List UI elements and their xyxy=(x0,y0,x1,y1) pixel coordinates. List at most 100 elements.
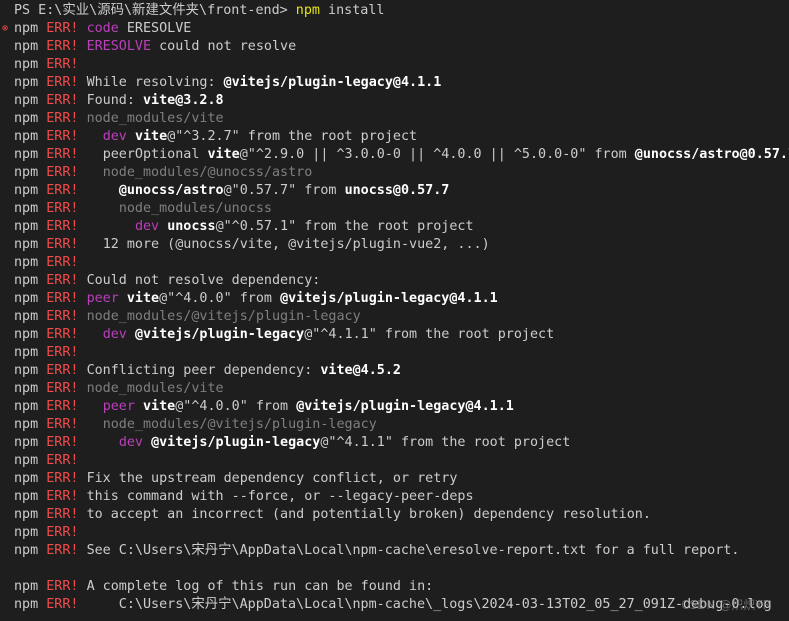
terminal-line: npm ERR! node_modules/unocss xyxy=(14,200,789,218)
line-text: from the root project xyxy=(239,129,418,144)
err-prefix: ERR! xyxy=(46,201,79,216)
module-path: node_modules/@vitejs/plugin-legacy xyxy=(102,417,377,432)
line-text: this command with --force, or --legacy-p… xyxy=(86,489,474,504)
package-name: vite@3.2.8 xyxy=(143,93,224,108)
npm-prefix: npm xyxy=(14,273,39,288)
line-text: Fix the upstream dependency conflict, or… xyxy=(86,471,458,486)
err-prefix: ERR! xyxy=(46,417,79,432)
line-text: from the root project xyxy=(376,327,555,342)
dep-kind: dev xyxy=(102,129,127,144)
npm-prefix: npm xyxy=(14,363,39,378)
package-version: @"^4.0.0" xyxy=(159,291,232,306)
command-prompt-line: PS E:\实业\源码\新建文件夹\front-end> npm install xyxy=(14,2,789,20)
npm-prefix: npm xyxy=(14,93,39,108)
package-name: @vitejs/plugin-legacy xyxy=(151,435,321,450)
error-code: ERESOLVE xyxy=(86,39,152,54)
err-prefix: ERR! xyxy=(46,165,79,180)
err-prefix: ERR! xyxy=(46,129,79,144)
terminal-line: npm ERR! 12 more (@unocss/vite, @vitejs/… xyxy=(14,236,789,254)
err-prefix: ERR! xyxy=(46,327,79,342)
package-name: @vitejs/plugin-legacy@4.1.1 xyxy=(223,75,442,90)
npm-prefix: npm xyxy=(14,435,39,450)
package-version: @"^4.1.1" xyxy=(304,327,377,342)
npm-prefix: npm xyxy=(14,471,39,486)
err-prefix: ERR! xyxy=(46,363,79,378)
terminal-line: npm ERR! Conflicting peer dependency: vi… xyxy=(14,362,789,380)
npm-prefix: npm xyxy=(14,597,39,612)
npm-prefix: npm xyxy=(14,399,39,414)
err-prefix: ERR! xyxy=(46,111,79,126)
err-prefix: ERR! xyxy=(46,147,79,162)
err-prefix: ERR! xyxy=(46,471,79,486)
prompt-args: install xyxy=(319,3,385,18)
package-version: @"0.57.7" xyxy=(223,183,297,198)
terminal-line: npm ERR! dev vite@"^3.2.7" from the root… xyxy=(14,128,789,146)
terminal-line: npm ERR! peer vite@"^4.0.0" from @vitejs… xyxy=(14,290,789,308)
npm-prefix: npm xyxy=(14,183,39,198)
line-text: from the root project xyxy=(296,219,474,234)
npm-prefix: npm xyxy=(14,417,39,432)
package-name: vite xyxy=(143,399,176,414)
terminal-line: npm ERR! xyxy=(14,344,789,362)
terminal-line: npm ERR! node_modules/@vitejs/plugin-leg… xyxy=(14,308,789,326)
line-text: C:\Users\宋丹宁\AppData\Local\npm-cache\_lo… xyxy=(86,597,772,612)
err-prefix: ERR! xyxy=(46,219,79,234)
line-text: Could not resolve dependency: xyxy=(86,273,321,288)
npm-prefix: npm xyxy=(14,147,39,162)
err-prefix: ERR! xyxy=(46,21,79,36)
line-text: 12 more (@unocss/vite, @vitejs/plugin-vu… xyxy=(102,237,490,252)
err-prefix: ERR! xyxy=(46,525,79,540)
package-version: @"^2.9.0 || ^3.0.0-0 || ^4.0.0 || ^5.0.0… xyxy=(239,147,587,162)
err-prefix: ERR! xyxy=(46,507,79,522)
err-prefix: ERR! xyxy=(46,291,79,306)
line-text: Conflicting peer dependency: xyxy=(86,363,321,378)
package-name: @unocss/astro xyxy=(118,183,224,198)
module-path: node_modules/unocss xyxy=(118,201,272,216)
npm-prefix: npm xyxy=(14,381,39,396)
err-prefix: ERR! xyxy=(46,579,79,594)
err-prefix: ERR! xyxy=(46,39,79,54)
terminal-line: npm ERR! peer vite@"^4.0.0" from @vitejs… xyxy=(14,398,789,416)
err-prefix: ERR! xyxy=(46,93,79,108)
line-text: could not resolve xyxy=(151,39,297,54)
npm-prefix: npm xyxy=(14,165,39,180)
package-version: @"^0.57.1" xyxy=(215,219,297,234)
line-text: from the root project xyxy=(392,435,571,450)
package-name: vite@4.5.2 xyxy=(320,363,401,378)
terminal-line: npm ERR! xyxy=(14,254,789,272)
npm-prefix: npm xyxy=(14,309,39,324)
terminal-line: npm ERR! xyxy=(14,524,789,542)
err-prefix: ERR! xyxy=(46,309,79,324)
dep-kind: peerOptional xyxy=(102,147,200,162)
npm-prefix: npm xyxy=(14,255,39,270)
dep-kind: peer xyxy=(86,291,119,306)
line-text: from xyxy=(231,291,281,306)
terminal-line: npm ERR! dev @vitejs/plugin-legacy@"^4.1… xyxy=(14,326,789,344)
terminal-line: npm ERR! this command with --force, or -… xyxy=(14,488,789,506)
line-text: to accept an incorrect (and potentially … xyxy=(86,507,651,522)
terminal-line: npm ERR! node_modules/@unocss/astro xyxy=(14,164,789,182)
terminal-line: npm ERR! Found: vite@3.2.8 xyxy=(14,92,789,110)
terminal-line: npm ERR! @unocss/astro@"0.57.7" from uno… xyxy=(14,182,789,200)
line-text: from xyxy=(586,147,635,162)
line-text: from xyxy=(247,399,297,414)
package-version: @"^4.1.1" xyxy=(320,435,393,450)
line-text: Found: xyxy=(86,93,143,108)
package-name: @vitejs/plugin-legacy xyxy=(134,327,305,342)
package-version: @"^4.0.0" xyxy=(175,399,248,414)
line-text: from xyxy=(296,183,345,198)
terminal-line: npm ERR! See C:\Users\宋丹宁\AppData\Local\… xyxy=(14,542,789,560)
error-code-label: code xyxy=(86,21,119,36)
npm-prefix: npm xyxy=(14,57,39,72)
module-path: node_modules/vite xyxy=(86,111,224,126)
terminal-line: npm ERR! C:\Users\宋丹宁\AppData\Local\npm-… xyxy=(14,596,789,614)
npm-prefix: npm xyxy=(14,75,39,90)
terminal-line: npm ERR! ERESOLVE could not resolve xyxy=(14,38,789,56)
err-prefix: ERR! xyxy=(46,345,79,360)
error-marker-icon: ⊗ xyxy=(2,23,9,34)
package-source: @unocss/astro@0.57.7 xyxy=(634,147,789,162)
terminal-output: PS E:\实业\源码\新建文件夹\front-end> npm install… xyxy=(0,0,789,621)
npm-prefix: npm xyxy=(14,543,39,558)
package-name: vite xyxy=(134,129,168,144)
terminal-line: npm ERR! dev unocss@"^0.57.1" from the r… xyxy=(14,218,789,236)
